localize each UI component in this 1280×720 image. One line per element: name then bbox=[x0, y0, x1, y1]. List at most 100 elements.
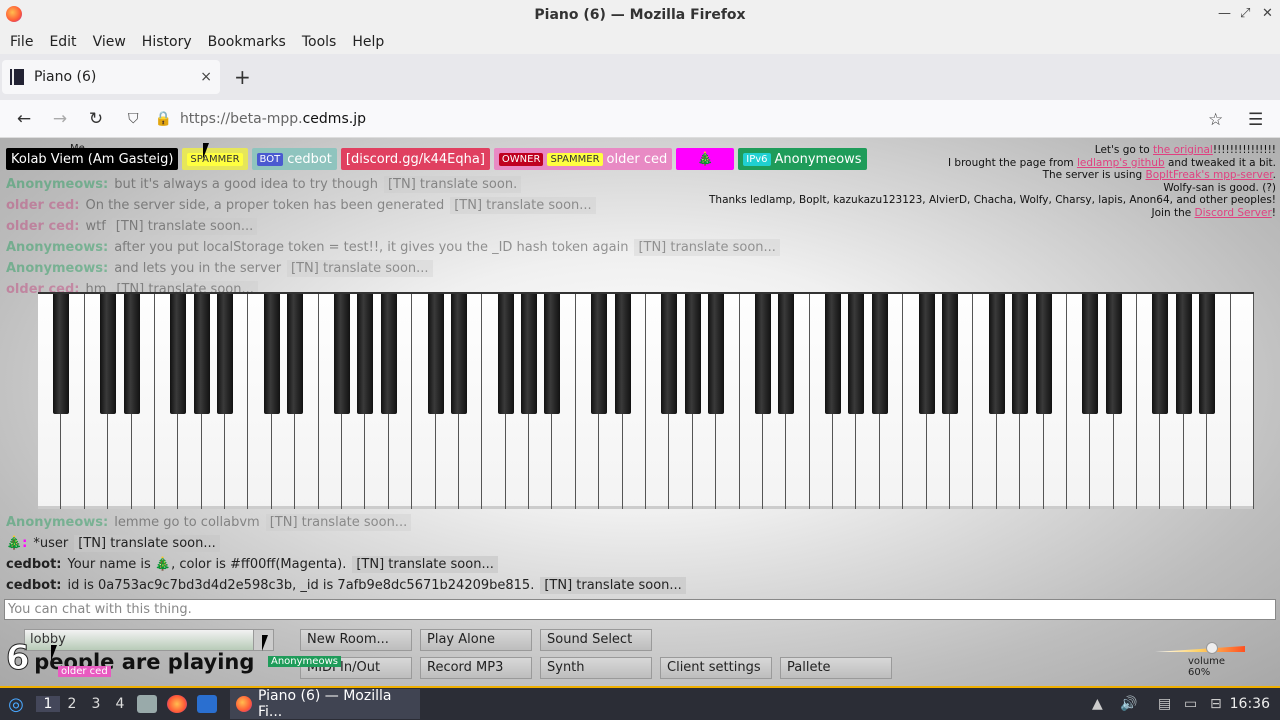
black-key[interactable] bbox=[754, 294, 771, 414]
chat-translate-note: [TN] translate soon... bbox=[450, 197, 596, 214]
remote-cursor-icon bbox=[262, 635, 268, 651]
client-settings-button[interactable]: Client settings bbox=[660, 657, 772, 679]
menu-history[interactable]: History bbox=[134, 34, 200, 50]
black-key[interactable] bbox=[287, 294, 304, 414]
black-key[interactable] bbox=[591, 294, 608, 414]
maximize-icon[interactable]: ⤢ bbox=[1240, 6, 1250, 21]
original-link[interactable]: the original bbox=[1153, 144, 1213, 156]
volume-knob[interactable] bbox=[1206, 642, 1218, 654]
start-menu-icon[interactable]: ◎ bbox=[4, 694, 28, 715]
black-key[interactable] bbox=[217, 294, 234, 414]
piano-keys[interactable] bbox=[38, 294, 1254, 509]
user-older-ced[interactable]: OWNER SPAMMER older ced bbox=[493, 148, 673, 170]
black-key[interactable] bbox=[263, 294, 280, 414]
shield-icon[interactable]: ⛉ bbox=[128, 111, 139, 127]
black-key[interactable] bbox=[497, 294, 514, 414]
workspace-4[interactable]: 4 bbox=[108, 696, 132, 712]
reload-icon[interactable]: ↻ bbox=[78, 109, 114, 129]
black-key[interactable] bbox=[614, 294, 631, 414]
black-key[interactable] bbox=[544, 294, 561, 414]
new-tab-icon[interactable]: + bbox=[234, 65, 251, 89]
minimize-icon[interactable]: — bbox=[1218, 6, 1231, 21]
black-key[interactable] bbox=[450, 294, 467, 414]
workspace-3[interactable]: 3 bbox=[84, 696, 108, 712]
chat-author: cedbot: bbox=[6, 578, 62, 593]
black-key[interactable] bbox=[1105, 294, 1122, 414]
record-mp3-button[interactable]: Record MP3 bbox=[420, 657, 532, 679]
menu-tools[interactable]: Tools bbox=[294, 34, 345, 50]
user-kolab[interactable]: Kolab Viem (Am Gasteig) bbox=[6, 148, 179, 170]
white-key[interactable] bbox=[1230, 294, 1254, 509]
pallete-button[interactable]: Pallete bbox=[780, 657, 892, 679]
menu-view[interactable]: View bbox=[85, 34, 134, 50]
discord-link[interactable]: Discord Server bbox=[1195, 207, 1272, 219]
chat-input[interactable]: You can chat with this thing. bbox=[4, 599, 1276, 620]
black-key[interactable] bbox=[778, 294, 795, 414]
github-link[interactable]: ledlamp's github bbox=[1077, 157, 1165, 169]
mpp-server-link[interactable]: BopItFreak's mpp-server bbox=[1145, 169, 1272, 181]
bookmark-star-icon[interactable]: ☆ bbox=[1208, 110, 1223, 130]
black-key[interactable] bbox=[170, 294, 187, 414]
forward-icon[interactable]: → bbox=[42, 109, 78, 129]
tab-piano[interactable]: Piano (6) × bbox=[2, 60, 220, 94]
url-bar[interactable]: ⛉ 🔒 https://beta-mpp. cedms.jp bbox=[120, 106, 1210, 132]
black-key[interactable] bbox=[825, 294, 842, 414]
user-spammer[interactable]: SPAMMER bbox=[182, 148, 248, 170]
black-key[interactable] bbox=[427, 294, 444, 414]
hamburger-menu-icon[interactable]: ☰ bbox=[1248, 110, 1263, 130]
user-discord[interactable]: [discord.gg/k44Eqha] bbox=[340, 148, 490, 170]
black-key[interactable] bbox=[357, 294, 374, 414]
menu-bookmarks[interactable]: Bookmarks bbox=[200, 34, 294, 50]
network-icon[interactable]: ⊟ bbox=[1210, 696, 1222, 712]
menu-edit[interactable]: Edit bbox=[41, 34, 84, 50]
black-key[interactable] bbox=[684, 294, 701, 414]
black-key[interactable] bbox=[1035, 294, 1052, 414]
black-key[interactable] bbox=[380, 294, 397, 414]
black-key[interactable] bbox=[521, 294, 538, 414]
back-icon[interactable]: ← bbox=[6, 109, 42, 129]
workspace-2[interactable]: 2 bbox=[60, 696, 84, 712]
black-key[interactable] bbox=[100, 294, 117, 414]
piano-keyboard[interactable] bbox=[38, 292, 1254, 509]
black-key[interactable] bbox=[1175, 294, 1192, 414]
sound-select-button[interactable]: Sound Select bbox=[540, 629, 652, 651]
black-key[interactable] bbox=[708, 294, 725, 414]
black-key[interactable] bbox=[193, 294, 210, 414]
tab-close-icon[interactable]: × bbox=[200, 69, 212, 85]
window-titlebar: Piano (6) — Mozilla Firefox — ⤢ ✕ bbox=[0, 0, 1280, 29]
black-key[interactable] bbox=[848, 294, 865, 414]
user-cedbot[interactable]: BOT cedbot bbox=[251, 148, 337, 170]
tray-arrow-icon[interactable]: ▲ bbox=[1092, 696, 1103, 712]
file-manager-icon[interactable] bbox=[137, 695, 157, 713]
black-key[interactable] bbox=[918, 294, 935, 414]
new-room-button[interactable]: New Room... bbox=[300, 629, 412, 651]
black-key[interactable] bbox=[1082, 294, 1099, 414]
play-alone-button[interactable]: Play Alone bbox=[420, 629, 532, 651]
volume-track[interactable] bbox=[1155, 646, 1245, 652]
volume-tray-icon[interactable]: 🔊 bbox=[1120, 696, 1137, 712]
black-key[interactable] bbox=[988, 294, 1005, 414]
synth-button[interactable]: Synth bbox=[540, 657, 652, 679]
close-window-icon[interactable]: ✕ bbox=[1262, 6, 1273, 21]
display-icon[interactable]: ▭ bbox=[1184, 696, 1197, 712]
volume-slider[interactable]: volume 60% bbox=[1150, 636, 1250, 678]
menu-help[interactable]: Help bbox=[344, 34, 392, 50]
clipboard-icon[interactable]: ▤ bbox=[1158, 696, 1171, 712]
black-key[interactable] bbox=[1152, 294, 1169, 414]
black-key[interactable] bbox=[53, 294, 70, 414]
menu-file[interactable]: File bbox=[2, 34, 41, 50]
lock-icon[interactable]: 🔒 bbox=[155, 111, 172, 127]
firefox-launcher-icon[interactable] bbox=[167, 695, 187, 713]
workspace-1[interactable]: 1 bbox=[36, 696, 60, 712]
black-key[interactable] bbox=[661, 294, 678, 414]
taskbar-firefox-task[interactable]: Piano (6) — Mozilla Fi... bbox=[230, 688, 420, 720]
black-key[interactable] bbox=[123, 294, 140, 414]
piano-favicon-icon bbox=[10, 69, 24, 85]
black-key[interactable] bbox=[1199, 294, 1216, 414]
desktop-icon[interactable] bbox=[197, 695, 217, 713]
black-key[interactable] bbox=[871, 294, 888, 414]
chat-text: Your name is 🎄, color is #ff00ff(Magenta… bbox=[67, 557, 347, 572]
black-key[interactable] bbox=[942, 294, 958, 414]
black-key[interactable] bbox=[334, 294, 350, 414]
black-key[interactable] bbox=[1012, 294, 1029, 414]
